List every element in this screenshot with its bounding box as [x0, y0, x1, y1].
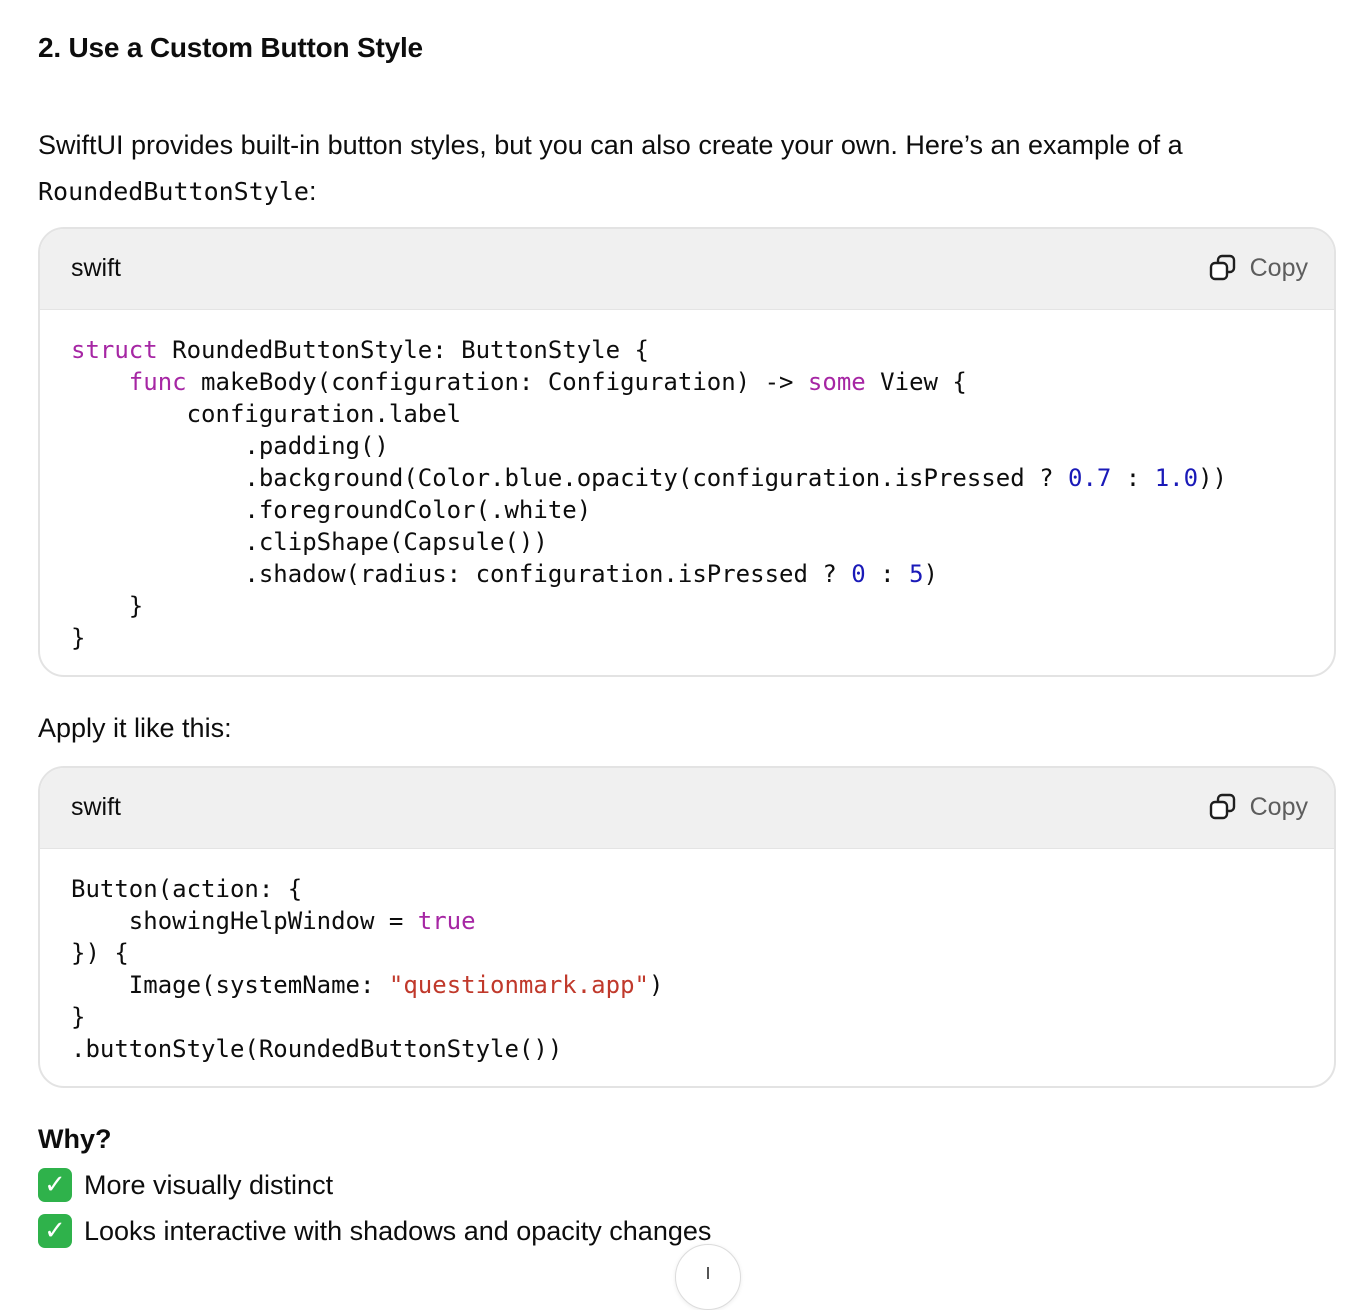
- code-token: }: [71, 1003, 86, 1031]
- code-line: Image(systemName: "questionmark.app"): [71, 969, 1303, 1001]
- code-token: true: [417, 907, 476, 935]
- intro-text: SwiftUI provides built-in button styles,…: [38, 130, 1183, 160]
- code-token: .foregroundColor(.white): [71, 496, 592, 524]
- section-heading: 2. Use a Custom Button Style: [38, 32, 423, 63]
- apply-text: Apply it like this:: [38, 713, 232, 743]
- code-token: )): [1198, 464, 1227, 492]
- code-token: }: [71, 592, 144, 620]
- code-line: .background(Color.blue.opacity(configura…: [71, 462, 1303, 494]
- code-token: }) {: [71, 939, 129, 967]
- code-token: 0: [851, 560, 866, 588]
- code-body[interactable]: struct RoundedButtonStyle: ButtonStyle {…: [40, 310, 1334, 654]
- code-token: Image(systemName:: [71, 971, 389, 999]
- why-heading: Why?: [38, 1124, 112, 1154]
- code-token: ): [923, 560, 938, 588]
- code-line: .padding(): [71, 430, 1303, 462]
- code-line: showingHelpWindow = true: [71, 905, 1303, 937]
- code-line: }: [71, 1001, 1303, 1033]
- code-token: Button(action: {: [71, 875, 303, 903]
- code-token: some: [807, 368, 866, 396]
- code-token: makeBody(configuration: Configuration) -…: [186, 368, 808, 396]
- code-line: .buttonStyle(RoundedButtonStyle()): [71, 1033, 1303, 1065]
- code-block-header: swift Copy: [40, 768, 1334, 849]
- code-token: 5: [909, 560, 924, 588]
- code-token: .shadow(radius: configuration.isPressed …: [71, 560, 852, 588]
- why-item-text: More visually distinct: [84, 1170, 334, 1200]
- why-item-text: Looks interactive with shadows and opaci…: [84, 1216, 712, 1246]
- code-token: }: [71, 624, 86, 652]
- why-item: ✓ More visually distinct: [38, 1165, 333, 1205]
- code-body[interactable]: Button(action: { showingHelpWindow = tru…: [40, 849, 1334, 1065]
- code-token: "questionmark.app": [388, 971, 649, 999]
- code-language-label: swift: [71, 254, 121, 282]
- code-token: struct: [71, 336, 158, 364]
- copy-button[interactable]: Copy: [1208, 788, 1308, 826]
- copy-icon: [1209, 793, 1235, 820]
- code-token: RoundedButtonStyle: ButtonStyle {: [157, 336, 649, 364]
- code-token: .padding(): [71, 432, 389, 460]
- inline-code: RoundedButtonStyle: [38, 177, 309, 206]
- copy-icon: [1209, 254, 1235, 281]
- why-item: ✓ Looks interactive with shadows and opa…: [38, 1211, 711, 1251]
- check-mark-icon: ✓: [38, 1168, 72, 1202]
- code-line: .clipShape(Capsule()): [71, 526, 1303, 558]
- copy-button[interactable]: Copy: [1208, 249, 1308, 287]
- code-token: 1.0: [1154, 464, 1199, 492]
- copy-label: Copy: [1249, 253, 1308, 282]
- intro-paragraph: SwiftUI provides built-in button styles,…: [38, 122, 1334, 215]
- code-line: }: [71, 622, 1303, 654]
- code-line: .foregroundColor(.white): [71, 494, 1303, 526]
- code-language-label: swift: [71, 793, 121, 821]
- code-block-header: swift Copy: [40, 229, 1334, 310]
- code-block-2: swift Copy Button(action: { showingHelpW…: [38, 766, 1336, 1088]
- code-token: .background(Color.blue.opacity(configura…: [71, 464, 1068, 492]
- code-token: :: [865, 560, 910, 588]
- check-mark-icon: ✓: [38, 1214, 72, 1248]
- code-line: struct RoundedButtonStyle: ButtonStyle {: [71, 334, 1303, 366]
- code-block-1: swift Copy struct RoundedButtonStyle: Bu…: [38, 227, 1336, 677]
- code-token: ): [648, 971, 664, 999]
- code-token: func: [128, 368, 187, 396]
- code-line: .shadow(radius: configuration.isPressed …: [71, 558, 1303, 590]
- code-token: 0.7: [1068, 464, 1112, 492]
- code-line: func makeBody(configuration: Configurati…: [71, 366, 1303, 398]
- code-token: View {: [865, 368, 967, 396]
- code-line: }: [71, 590, 1303, 622]
- copy-label: Copy: [1249, 792, 1308, 821]
- code-token: configuration.label: [71, 400, 462, 428]
- code-line: Button(action: {: [71, 873, 1303, 905]
- code-token: .clipShape(Capsule()): [71, 528, 548, 556]
- code-token: :: [1111, 464, 1155, 492]
- scroll-down-button[interactable]: [675, 1244, 741, 1310]
- intro-suffix: :: [308, 176, 317, 206]
- code-token: showingHelpWindow =: [71, 907, 418, 935]
- code-line: configuration.label: [71, 398, 1303, 430]
- code-token: .buttonStyle(RoundedButtonStyle()): [71, 1035, 563, 1063]
- code-line: }) {: [71, 937, 1303, 969]
